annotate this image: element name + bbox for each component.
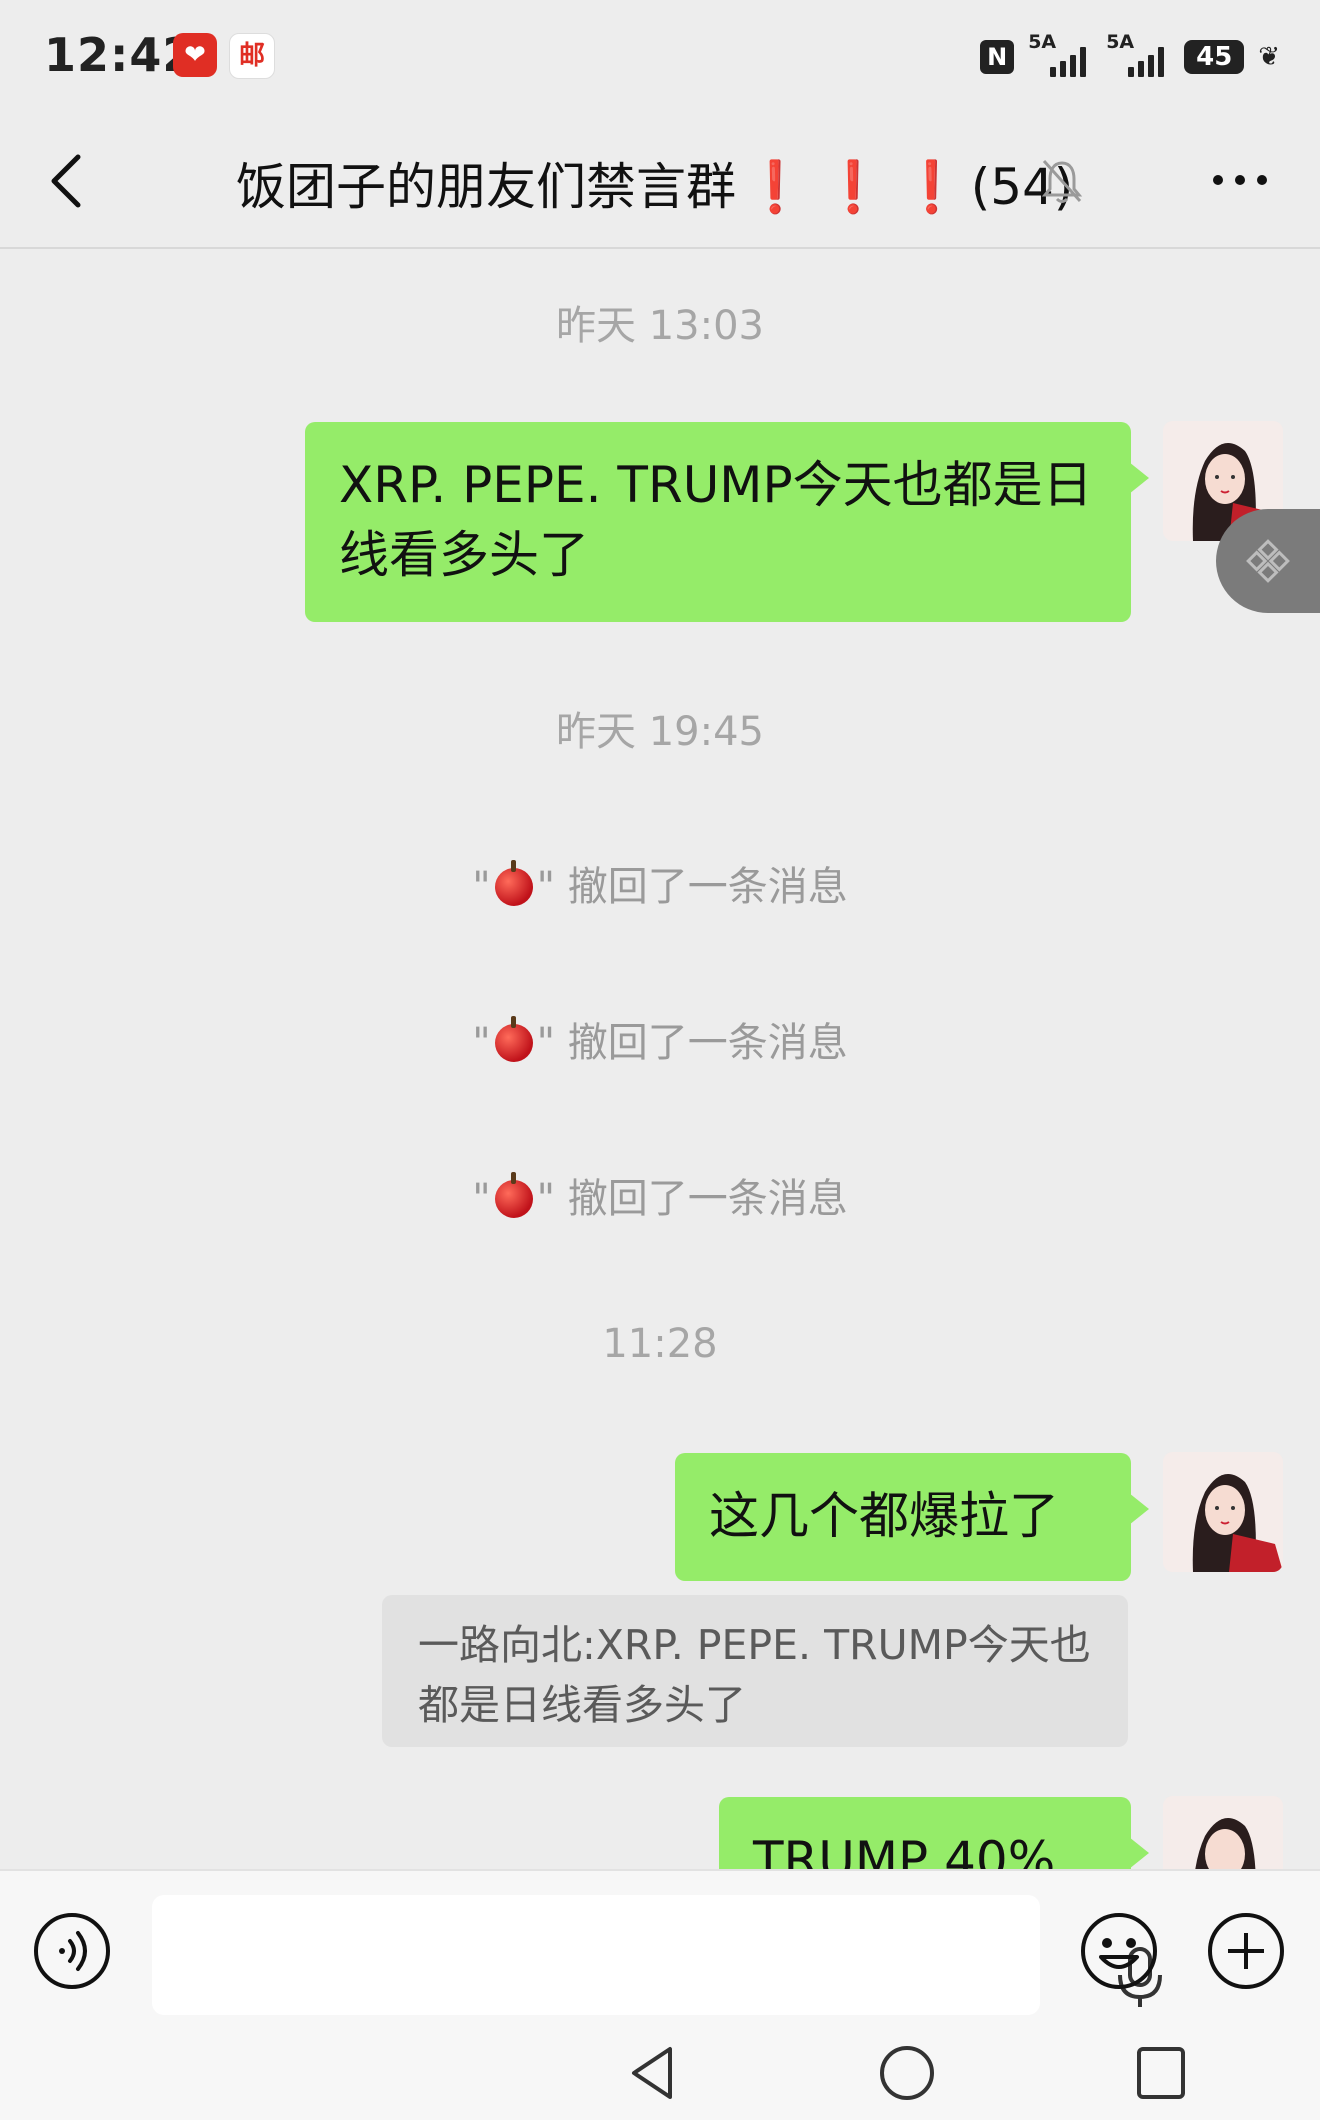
quote-mark: " <box>472 864 491 910</box>
recall-text: " 撤回了一条消息 <box>536 1020 848 1066</box>
home-circle-icon[interactable] <box>877 2043 937 2103</box>
avatar[interactable] <box>1163 1452 1283 1572</box>
recall-notice: " " 撤回了一条消息 <box>0 854 1320 912</box>
apple-emoji-icon <box>494 1016 533 1062</box>
signal-label: 5A <box>1028 31 1057 53</box>
signal-label: 5A <box>1106 31 1135 53</box>
message-bubble[interactable]: XRP. PEPE. TRUMP今天也都是日 线看多头了 <box>305 422 1149 622</box>
leaf-icon: ❦ <box>1258 42 1280 72</box>
apple-emoji-icon <box>494 1172 533 1218</box>
mail-icon: 邮 <box>229 33 275 79</box>
apple-emoji-icon <box>494 860 533 906</box>
system-navigation <box>0 2019 1320 2120</box>
status-bar: 12:42 ❤ 邮 N 5A 5A 45 ❦ <box>0 0 1320 115</box>
voice-input-icon[interactable] <box>32 1911 112 1991</box>
input-bar <box>0 1869 1320 2021</box>
status-indicators: N 5A 5A 45 ❦ <box>980 31 1280 82</box>
more-options-icon[interactable] <box>1210 165 1270 195</box>
avatar-image <box>1163 1796 1283 1869</box>
floating-assistant-button[interactable] <box>1216 509 1320 613</box>
message-text: XRP. PEPE. TRUMP今天也都是日 <box>339 456 1093 514</box>
muted-bell-icon <box>1041 159 1083 203</box>
signal-icon: 5A <box>1106 31 1170 77</box>
quote-mark: " <box>472 1176 491 1222</box>
message-bubble[interactable]: 这几个都爆拉了 <box>675 1453 1149 1581</box>
exclamation-icon: ❗ <box>900 158 963 216</box>
exclamation-icon: ❗ <box>822 158 885 216</box>
message-text: TRUMP 40%了 <box>753 1831 1056 1869</box>
message-input[interactable] <box>152 1895 1162 2015</box>
recall-text: " 撤回了一条消息 <box>536 1176 848 1222</box>
add-icon[interactable] <box>1206 1911 1286 1991</box>
recents-square-icon[interactable] <box>1131 2043 1191 2103</box>
group-name: 饭团子的朋友们禁言群 <box>236 158 736 216</box>
nfc-icon: N <box>980 40 1015 74</box>
chat-header: 饭团子的朋友们禁言群 ❗ ❗ ❗ (54) <box>0 115 1320 249</box>
timestamp: 昨天 19:45 <box>556 709 764 755</box>
avatar-image <box>1163 1452 1283 1572</box>
quote-text: 都是日线看多头了 <box>418 1681 746 1729</box>
message-bubble[interactable]: TRUMP 40%了 <box>719 1797 1149 1869</box>
exclamation-icon: ❗ <box>744 158 807 216</box>
timestamp: 昨天 13:03 <box>556 303 764 349</box>
recall-notice: " " 撤回了一条消息 <box>0 1166 1320 1224</box>
pinduoduo-icon: ❤ <box>173 33 217 77</box>
recall-notice: " " 撤回了一条消息 <box>0 1010 1320 1068</box>
timestamp: 11:28 <box>602 1321 718 1367</box>
diamond-icon <box>1246 539 1290 583</box>
chat-title[interactable]: 饭团子的朋友们禁言群 ❗ ❗ ❗ (54) <box>236 147 1073 219</box>
message-text: 这几个都爆拉了 <box>709 1487 1059 1545</box>
battery-icon: 45 <box>1184 40 1245 74</box>
message-text: 线看多头了 <box>339 526 589 584</box>
quote-mark: " <box>472 1020 491 1066</box>
recall-text: " 撤回了一条消息 <box>536 864 848 910</box>
quoted-message[interactable]: 一路向北:XRP. PEPE. TRUMP今天也 都是日线看多头了 <box>382 1595 1128 1747</box>
signal-icon: 5A <box>1028 31 1092 77</box>
quote-text: 一路向北:XRP. PEPE. TRUMP今天也 <box>418 1621 1091 1669</box>
emoji-icon[interactable] <box>1079 1911 1159 1991</box>
avatar[interactable] <box>1163 1796 1283 1869</box>
back-arrow-icon[interactable] <box>38 149 102 213</box>
chat-messages[interactable]: 昨天 13:03 XRP. PEPE. TRUMP今天也都是日 线看多头了 昨天… <box>0 249 1320 1869</box>
back-triangle-icon[interactable] <box>624 2043 684 2103</box>
